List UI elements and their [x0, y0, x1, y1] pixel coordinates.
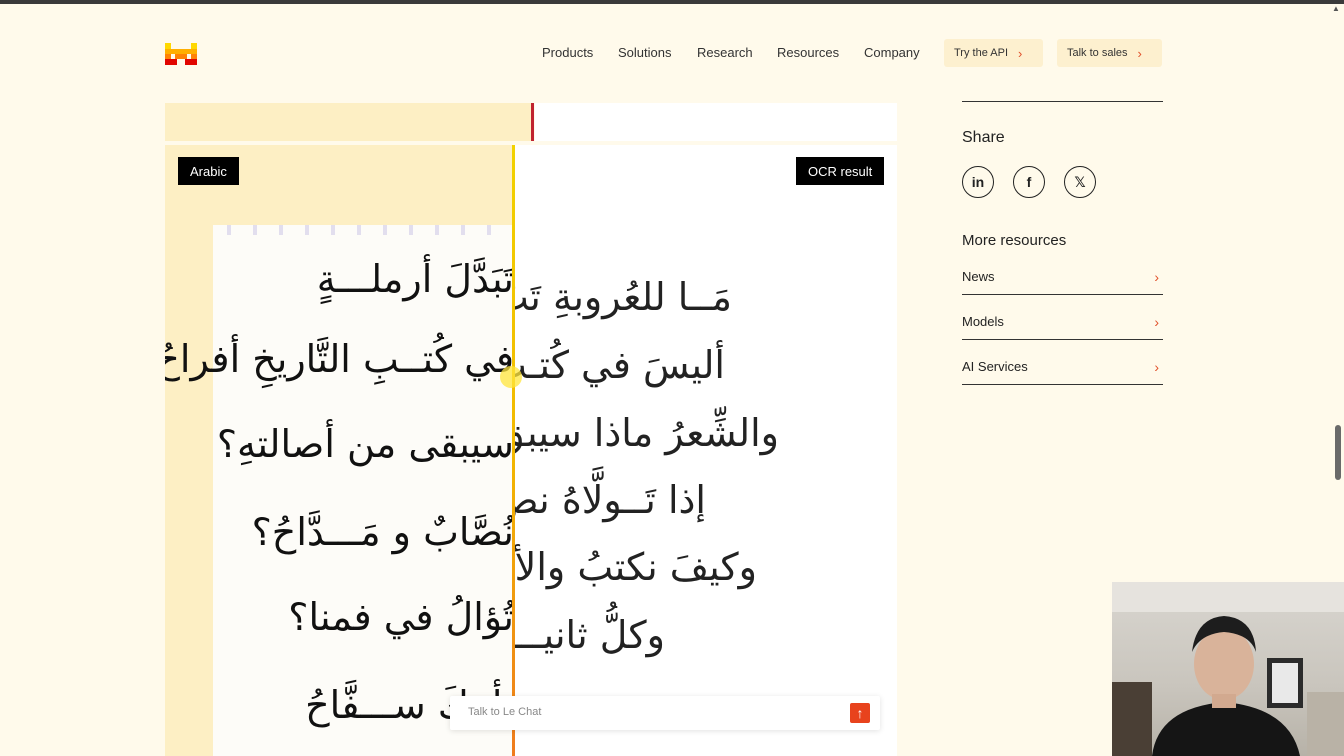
- try-api-label: Try the API: [954, 47, 1009, 59]
- webcam-overlay: [1112, 582, 1344, 756]
- ocr-line: أليسَ في كُتـب: [514, 343, 725, 387]
- mouse-cursor-highlight: [500, 366, 522, 388]
- presenter-video-icon: [1112, 582, 1344, 756]
- resource-link-ai-services[interactable]: AI Services ›: [962, 359, 1163, 375]
- more-resources-title: More resources: [962, 232, 1067, 249]
- previous-comparison-divider: [531, 103, 534, 141]
- scan-line: تَبَدَّلَ أرملـــةٍ: [316, 257, 514, 301]
- ocr-result-panel: مَــا للعُروبةِ تَبَ أليسَ في كُتـب والش…: [514, 145, 897, 756]
- resource-divider: [962, 339, 1163, 340]
- scan-line: تُؤالُ في فمنا؟: [288, 595, 514, 639]
- scroll-up-arrow-icon[interactable]: ▲: [1332, 4, 1340, 13]
- chevron-right-icon: ›: [1018, 45, 1023, 61]
- ocr-line: مَــا للعُروبةِ تَبَ: [514, 275, 732, 319]
- scan-line: نُصَّابٌ و مَـــدَّاحُ؟: [251, 510, 514, 554]
- resource-link-models[interactable]: Models ›: [962, 314, 1163, 330]
- arrow-up-icon[interactable]: ↑: [850, 703, 870, 723]
- previous-comparison-right: [535, 103, 897, 141]
- resource-label: News: [962, 269, 995, 284]
- ocr-line: وكيفَ نكتبُ والأ: [514, 545, 757, 589]
- nav-resources[interactable]: Resources: [777, 45, 839, 60]
- scan-image-panel: تَبَدَّلَ أرملـــةٍ في كُتــبِ التَّاريخ…: [165, 145, 514, 756]
- share-title: Share: [962, 129, 1005, 146]
- ocr-line: والشِّعرُ ماذا سيبق: [514, 411, 779, 455]
- sidebar-divider: [962, 101, 1163, 102]
- browser-top-edge: [0, 0, 1344, 4]
- try-api-button[interactable]: Try the API ›: [944, 39, 1043, 67]
- scan-line: سيبقى من أصالتهِ؟: [216, 422, 514, 466]
- talk-to-sales-button[interactable]: Talk to sales ›: [1057, 39, 1162, 67]
- logo-icon[interactable]: [165, 43, 197, 65]
- nav-solutions[interactable]: Solutions: [618, 45, 671, 60]
- chat-input-bar[interactable]: Talk to Le Chat ↑: [450, 696, 880, 730]
- nav-company[interactable]: Company: [864, 45, 920, 60]
- previous-comparison-left: [165, 103, 532, 141]
- resource-label: AI Services: [962, 359, 1028, 374]
- nav-products[interactable]: Products: [542, 45, 593, 60]
- linkedin-icon[interactable]: in: [962, 166, 994, 198]
- scrollbar-thumb[interactable]: [1335, 425, 1341, 480]
- resource-link-news[interactable]: News ›: [962, 269, 1163, 285]
- arabic-tag: Arabic: [178, 157, 239, 185]
- chevron-right-icon: ›: [1154, 359, 1159, 375]
- nav-research[interactable]: Research: [697, 45, 753, 60]
- chevron-right-icon: ›: [1154, 314, 1159, 330]
- scan-line: في كُتــبِ التَّاريخِ أفراحُ؟: [165, 337, 514, 381]
- comparison-slider-handle[interactable]: [512, 145, 515, 756]
- ocr-line: وكلُّ ثانيـــة: [514, 613, 665, 657]
- ocr-line: إذا تَــولَّاهُ نص: [514, 478, 706, 522]
- x-icon[interactable]: 𝕏: [1064, 166, 1096, 198]
- scanned-page: تَبَدَّلَ أرملـــةٍ في كُتــبِ التَّاريخ…: [165, 225, 514, 756]
- talk-to-sales-label: Talk to sales: [1067, 47, 1128, 59]
- resource-divider: [962, 294, 1163, 295]
- resource-divider: [962, 384, 1163, 385]
- page-border-decoration: [213, 225, 514, 235]
- chat-input-placeholder: Talk to Le Chat: [468, 706, 542, 718]
- chevron-right-icon: ›: [1154, 269, 1159, 285]
- ocr-result-tag: OCR result: [796, 157, 885, 185]
- resource-label: Models: [962, 314, 1004, 329]
- chevron-right-icon: ›: [1137, 45, 1142, 61]
- facebook-icon[interactable]: f: [1013, 166, 1045, 198]
